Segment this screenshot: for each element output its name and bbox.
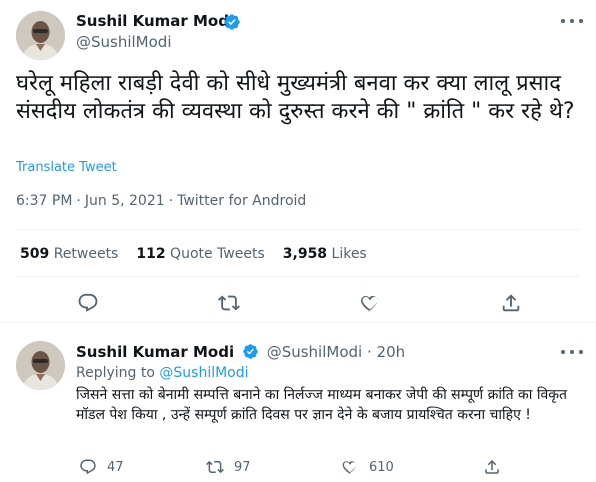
- reply-icon[interactable]: [77, 292, 99, 314]
- retweets-stat[interactable]: 509 Retweets: [20, 246, 136, 262]
- tweet-date[interactable]: Jun 5, 2021: [85, 193, 165, 209]
- share-action[interactable]: [483, 457, 501, 477]
- like-count: 610: [369, 459, 394, 475]
- divider: [0, 322, 596, 323]
- tweet-text: घरेलू महिला राबड़ी देवी को सीधे मुख्यमंत…: [16, 71, 575, 124]
- avatar-photo: [16, 341, 65, 390]
- tweet-age[interactable]: 20h: [377, 343, 406, 361]
- likes-stat[interactable]: 3,958 Likes: [283, 246, 385, 262]
- tweet-meta: 6:37 PM · Jun 5, 2021 · Twitter for Android: [16, 193, 307, 209]
- translate-tweet-link[interactable]: Translate Tweet: [16, 160, 117, 175]
- author-handle[interactable]: @SushilModi: [76, 33, 172, 51]
- like-icon[interactable]: [359, 292, 381, 314]
- like-icon[interactable]: [341, 458, 359, 476]
- verified-icon: [243, 344, 258, 359]
- divider: [16, 276, 580, 277]
- author-name[interactable]: Sushil Kumar Modi: [76, 343, 234, 361]
- replying-to-prefix: Replying to: [76, 365, 155, 381]
- reply-icon[interactable]: [79, 458, 97, 476]
- reply-text: जिसने सत्ता को बेनामी सम्पत्ति बनाने का …: [76, 387, 568, 423]
- reply-count: 47: [107, 459, 124, 475]
- replying-to-mention[interactable]: @SushilModi: [159, 365, 248, 381]
- avatar-photo: [16, 11, 65, 60]
- tweet-source[interactable]: Twitter for Android: [177, 193, 306, 209]
- avatar[interactable]: [16, 11, 65, 60]
- retweet-icon[interactable]: [218, 292, 240, 314]
- author-handle[interactable]: @SushilModi: [267, 343, 363, 361]
- retweet-action[interactable]: 97: [206, 457, 251, 477]
- reply-action[interactable]: 47: [79, 457, 124, 477]
- retweet-icon[interactable]: [206, 458, 224, 476]
- tweet-time[interactable]: 6:37 PM: [16, 193, 72, 209]
- divider: [16, 229, 580, 230]
- avatar[interactable]: [16, 341, 65, 390]
- verified-icon: [224, 14, 240, 30]
- share-icon[interactable]: [500, 292, 522, 314]
- retweet-count: 97: [234, 459, 251, 475]
- main-tweet: Sushil Kumar Modi @SushilModi घरेलू महिल…: [0, 0, 596, 322]
- tweet-actions: [0, 286, 596, 316]
- more-icon[interactable]: [561, 348, 583, 356]
- quote-tweets-stat[interactable]: 112 Quote Tweets: [136, 246, 282, 262]
- tweet-stats: 509 Retweets 112 Quote Tweets 3,958 Likes: [20, 246, 385, 262]
- author-name[interactable]: Sushil Kumar Modi: [76, 12, 234, 30]
- share-icon[interactable]: [483, 458, 501, 476]
- reply-header: Sushil Kumar Modi @SushilModi · 20h: [76, 343, 405, 361]
- replying-to: Replying to @SushilModi: [76, 365, 249, 381]
- like-action[interactable]: 610: [341, 457, 394, 477]
- more-icon[interactable]: [561, 17, 583, 25]
- separator-dot: ·: [366, 343, 372, 361]
